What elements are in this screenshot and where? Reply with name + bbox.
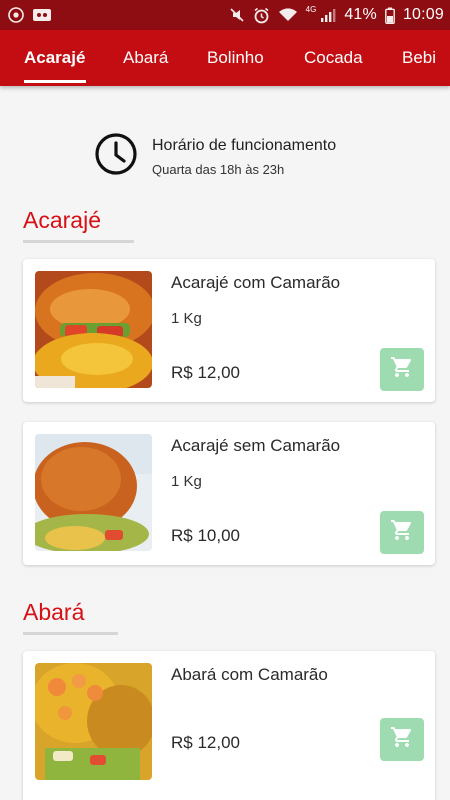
battery-icon <box>385 7 395 24</box>
tab-acaraje[interactable]: Acarajé <box>24 30 85 86</box>
mute-icon <box>229 7 245 23</box>
alarm-icon <box>253 7 270 24</box>
status-bar: 4G 41% 10:09 <box>0 0 450 30</box>
section-title-acaraje: Acarajé <box>23 207 101 233</box>
add-to-cart-button[interactable] <box>380 718 424 761</box>
product-weight: 1 Kg <box>171 310 202 327</box>
product-price: R$ 12,00 <box>171 733 240 752</box>
opening-hours: Horário de funcionamento Quarta das 18h … <box>94 132 336 181</box>
category-tab-bar: Acarajé Abará Bolinho Cocada Bebi <box>0 30 450 86</box>
product-name: Acarajé sem Camarão <box>171 436 341 455</box>
product-card[interactable]: Acarajé sem Camarão 1 Kg R$ 10,00 <box>23 422 435 565</box>
product-image <box>35 434 152 551</box>
product-image <box>35 271 152 388</box>
section-divider <box>23 240 134 243</box>
add-to-cart-button[interactable] <box>380 511 424 554</box>
signal-icon <box>320 7 336 23</box>
add-to-cart-button[interactable] <box>380 348 424 391</box>
battery-percent: 41% <box>344 6 377 23</box>
network-type-label: 4G <box>305 4 317 14</box>
product-card[interactable]: Abará com Camarão R$ 12,00 <box>23 651 435 800</box>
clock-icon <box>94 132 138 181</box>
cart-icon <box>390 355 414 384</box>
wifi-icon <box>278 7 298 23</box>
clock-time: 10:09 <box>402 6 444 23</box>
chrome-icon <box>8 7 24 23</box>
cart-icon <box>390 518 414 547</box>
tab-bolinho[interactable]: Bolinho <box>207 30 264 86</box>
product-image <box>35 663 152 780</box>
product-weight: 1 Kg <box>171 473 202 490</box>
product-price: R$ 10,00 <box>171 526 240 545</box>
tab-bebidas[interactable]: Bebi <box>402 30 436 86</box>
product-name: Acarajé com Camarão <box>171 273 341 292</box>
tab-abara[interactable]: Abará <box>123 30 168 86</box>
section-title-abara: Abará <box>23 599 85 625</box>
voicemail-icon <box>32 7 52 23</box>
tab-cocada[interactable]: Cocada <box>304 30 363 86</box>
cart-icon <box>390 725 414 754</box>
product-name: Abará com Camarão <box>171 665 328 684</box>
section-divider <box>23 632 118 635</box>
menu-content[interactable]: Horário de funcionamento Quarta das 18h … <box>0 86 450 800</box>
opening-hours-title: Horário de funcionamento <box>152 136 337 154</box>
product-price: R$ 12,00 <box>171 363 240 382</box>
opening-hours-schedule: Quarta das 18h às 23h <box>152 161 285 177</box>
product-card[interactable]: Acarajé com Camarão 1 Kg R$ 12,00 <box>23 259 435 402</box>
active-tab-indicator <box>24 80 86 83</box>
